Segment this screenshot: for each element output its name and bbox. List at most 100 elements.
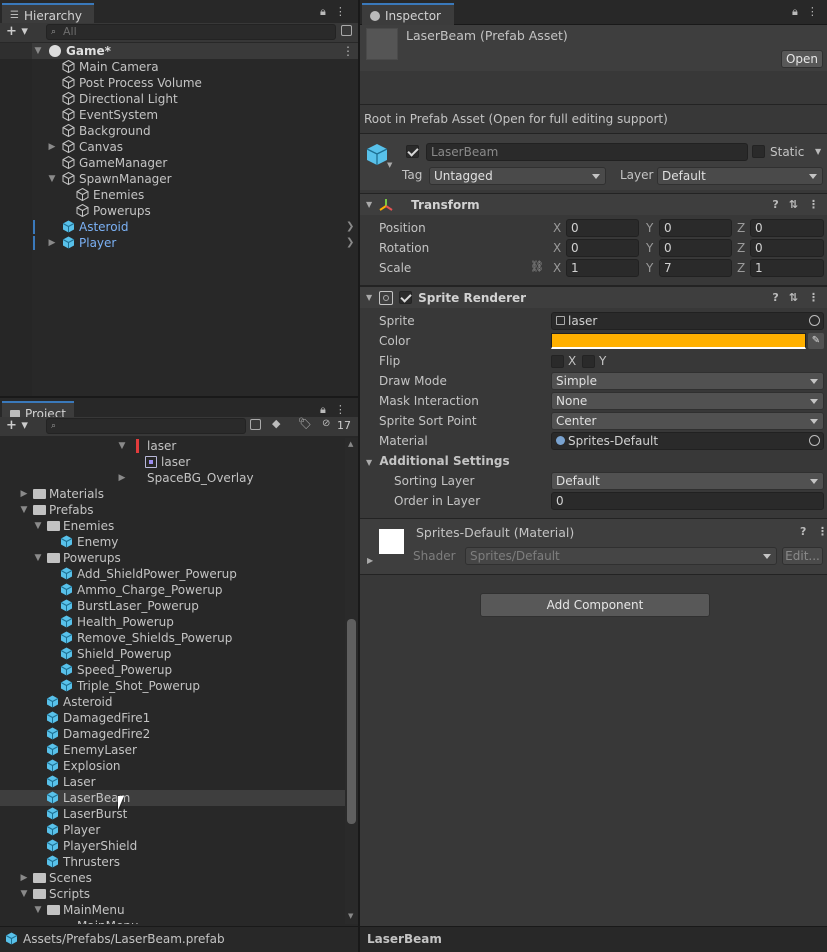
project-asset[interactable]: PlayerShield	[0, 838, 345, 854]
hierarchy-item[interactable]: Main Camera	[0, 59, 358, 75]
expand-arrow-icon[interactable]: ▶	[47, 139, 57, 155]
filter-by-label-icon[interactable]: 🏷︎	[298, 417, 312, 430]
project-asset[interactable]: Add_ShieldPower_Powerup	[0, 566, 345, 582]
hierarchy-item[interactable]: ▶ Player ❯	[0, 235, 358, 251]
scale-z-field[interactable]: 1	[750, 259, 824, 277]
flip-x-checkbox[interactable]	[551, 355, 564, 368]
project-folder[interactable]: ▶ Scenes	[0, 870, 345, 886]
icon-dropdown-arrow[interactable]: ▼	[387, 161, 392, 169]
add-component-button[interactable]: Add Component	[480, 593, 710, 617]
rotation-x-field[interactable]: 0	[566, 239, 639, 257]
flip-y-checkbox[interactable]	[582, 355, 595, 368]
foldout-arrow-icon[interactable]: ▼	[366, 458, 372, 467]
expand-arrow-icon[interactable]: ▶	[117, 470, 127, 486]
sprite-renderer-enabled-checkbox[interactable]	[399, 291, 413, 304]
scale-y-field[interactable]: 7	[659, 259, 732, 277]
project-folder[interactable]: ▶ Materials	[0, 486, 345, 502]
transform-header[interactable]: ▼ Transform ? ⇅ ⋮	[360, 193, 827, 215]
scroll-down-arrow[interactable]: ▼	[348, 912, 353, 920]
project-asset[interactable]: Thrusters	[0, 854, 345, 870]
eyedropper-icon[interactable]: ✎	[808, 333, 824, 349]
component-menu-icon[interactable]: ⋮	[808, 198, 819, 211]
expand-arrow-icon[interactable]: ▼	[19, 502, 29, 518]
project-folder[interactable]: ▼ Scripts	[0, 886, 345, 902]
presets-icon[interactable]: ⇅	[789, 198, 798, 211]
hierarchy-item[interactable]: Post Process Volume	[0, 75, 358, 91]
static-dropdown-arrow[interactable]: ▼	[815, 147, 821, 156]
hierarchy-item[interactable]: Powerups	[0, 203, 358, 219]
tab-inspector[interactable]: Inspector	[362, 3, 454, 26]
hierarchy-item[interactable]: Asteroid ❯	[0, 219, 358, 235]
sprite-object-field[interactable]: laser	[551, 312, 824, 330]
kebab-menu-icon[interactable]: ⋮	[807, 5, 818, 19]
open-prefab-arrow-icon[interactable]: ❯	[346, 235, 354, 251]
project-asset[interactable]: laser	[0, 454, 345, 470]
scene-menu-icon[interactable]: ⋮	[342, 43, 354, 59]
position-z-field[interactable]: 0	[750, 219, 824, 237]
project-folder[interactable]: ▼ Prefabs	[0, 502, 345, 518]
draw-mode-dropdown[interactable]: Simple	[551, 372, 824, 390]
help-icon[interactable]: ?	[772, 291, 778, 304]
scroll-thumb[interactable]	[347, 619, 356, 824]
kebab-menu-icon[interactable]: ⋮	[335, 5, 346, 19]
project-asset[interactable]: Laser	[0, 774, 345, 790]
project-asset[interactable]: ▼ laser	[0, 438, 345, 454]
project-asset[interactable]: Enemy	[0, 534, 345, 550]
open-prefab-arrow-icon[interactable]: ❯	[346, 219, 354, 235]
expand-arrow-icon[interactable]: ▶	[19, 870, 29, 886]
constrain-proportions-icon[interactable]: ⛓	[530, 260, 544, 273]
project-scrollbar[interactable]: ▲ ▼	[345, 438, 358, 924]
project-asset[interactable]: DamagedFire2	[0, 726, 345, 742]
project-asset[interactable]: Asteroid	[0, 694, 345, 710]
expand-arrow-icon[interactable]: ▼	[117, 438, 127, 454]
help-icon[interactable]: ?	[772, 198, 778, 211]
hierarchy-item[interactable]: EventSystem	[0, 107, 358, 123]
project-asset[interactable]: LaserBeam	[0, 790, 345, 806]
hidden-packages-icon[interactable]: ⊘	[322, 418, 330, 429]
object-picker-icon[interactable]	[809, 435, 820, 446]
lock-icon[interactable]: 🔒︎	[792, 5, 798, 19]
layer-dropdown[interactable]: Default	[657, 167, 823, 185]
hierarchy-search-input[interactable]: ⌕ All	[46, 24, 336, 40]
mask-interaction-dropdown[interactable]: None	[551, 392, 824, 410]
project-asset[interactable]: Speed_Powerup	[0, 662, 345, 678]
component-menu-icon[interactable]: ⋮	[817, 525, 827, 538]
hierarchy-item[interactable]: Directional Light	[0, 91, 358, 107]
component-menu-icon[interactable]: ⋮	[808, 291, 819, 304]
open-prefab-button[interactable]: Open	[781, 50, 823, 68]
additional-settings-foldout[interactable]: ▼ Additional Settings	[366, 451, 510, 471]
expand-arrow-icon[interactable]: ▼	[47, 171, 57, 187]
lock-icon[interactable]: 🔒︎	[320, 5, 326, 19]
project-asset[interactable]: EnemyLaser	[0, 742, 345, 758]
active-checkbox[interactable]	[406, 145, 419, 158]
expand-arrow-icon[interactable]: ▶	[19, 486, 29, 502]
shader-edit-button[interactable]: Edit...	[782, 547, 823, 565]
sorting-layer-dropdown[interactable]: Default	[551, 472, 824, 490]
project-asset[interactable]: Player	[0, 822, 345, 838]
scene-search-icon[interactable]	[341, 25, 352, 36]
material-object-field[interactable]: Sprites-Default	[551, 432, 824, 450]
rotation-y-field[interactable]: 0	[659, 239, 732, 257]
expand-arrow-icon[interactable]: ▼	[19, 886, 29, 902]
project-asset[interactable]: BurstLaser_Powerup	[0, 598, 345, 614]
sprite-sort-point-dropdown[interactable]: Center	[551, 412, 824, 430]
expand-arrow-icon[interactable]: ▼	[33, 550, 43, 566]
hierarchy-item[interactable]: Background	[0, 123, 358, 139]
project-asset[interactable]: LaserBurst	[0, 806, 345, 822]
color-swatch[interactable]	[551, 333, 806, 349]
presets-icon[interactable]: ⇅	[789, 291, 798, 304]
hierarchy-item[interactable]: ▼ SpawnManager	[0, 171, 358, 187]
object-picker-icon[interactable]	[809, 315, 820, 326]
rotation-z-field[interactable]: 0	[750, 239, 824, 257]
collapse-arrow-icon[interactable]: ▼	[366, 293, 372, 302]
help-icon[interactable]: ?	[800, 525, 806, 538]
filter-by-type-icon[interactable]: ◆	[272, 417, 280, 430]
scene-row[interactable]: ▼ Game* ⋮	[0, 43, 358, 59]
project-asset[interactable]: Shield_Powerup	[0, 646, 345, 662]
gameobject-icon[interactable]	[366, 143, 388, 170]
material-foldout-arrow[interactable]: ▶	[367, 556, 373, 565]
project-folder[interactable]: ▼ MainMenu	[0, 902, 345, 918]
scroll-up-arrow[interactable]: ▲	[348, 440, 353, 448]
order-in-layer-field[interactable]: 0	[551, 492, 824, 510]
tag-dropdown[interactable]: Untagged	[429, 167, 606, 185]
